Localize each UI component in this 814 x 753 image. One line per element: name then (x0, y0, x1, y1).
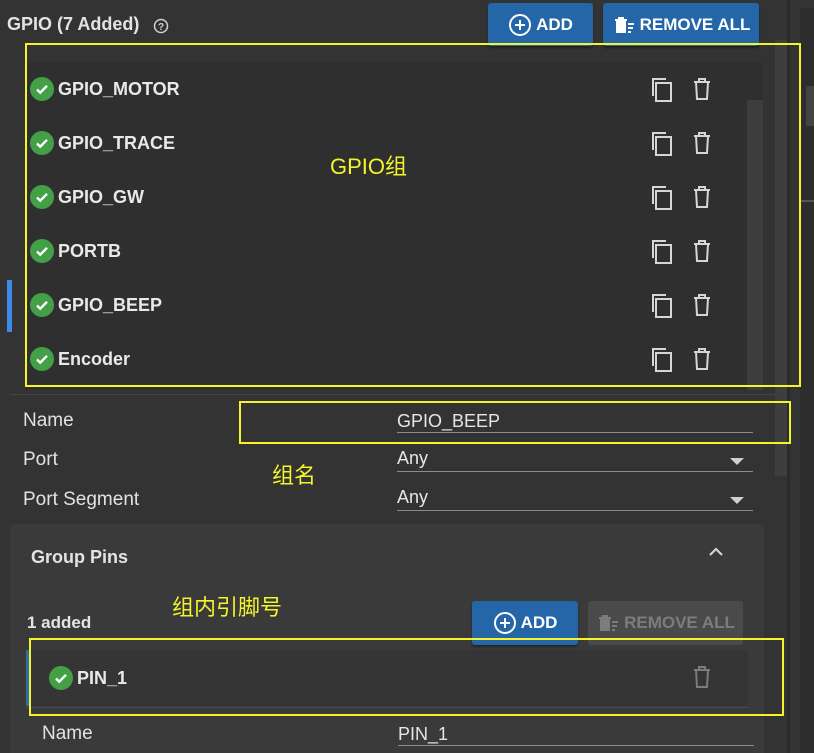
annotation-box-gpio-group (25, 43, 801, 387)
annotation-box-pins (29, 638, 784, 716)
remove-all-pins-label: REMOVE ALL (624, 613, 735, 632)
pin-name-label: Name (42, 723, 93, 744)
port-segment-underline (397, 510, 753, 511)
selection-indicator (7, 280, 12, 332)
add-circle-icon (508, 13, 532, 37)
port-segment-select[interactable]: Any (397, 487, 428, 508)
remove-all-gpio-label: REMOVE ALL (639, 14, 751, 34)
form-divider (10, 394, 775, 395)
svg-text:?: ? (158, 22, 164, 33)
annotation-group-name: 组名 (272, 463, 317, 488)
page-title: GPIO (7 Added) (7, 14, 140, 34)
dropdown-arrow-icon[interactable] (729, 453, 745, 471)
add-gpio-label: ADD (536, 14, 573, 34)
right-panel-line (800, 200, 814, 202)
delete-sweep-icon (596, 611, 620, 635)
chevron-up-icon[interactable] (706, 544, 726, 565)
pin-name-field[interactable]: PIN_1 (398, 724, 448, 745)
port-select-underline (397, 471, 753, 472)
help-circle-icon[interactable]: ? (153, 18, 169, 39)
pin-name-underline (398, 745, 754, 746)
annotation-pins: 组内引脚号 (172, 595, 283, 620)
port-segment-label: Port Segment (23, 489, 140, 510)
delete-sweep-icon (612, 13, 636, 37)
port-label: Port (23, 449, 58, 470)
add-circle-icon (493, 611, 517, 635)
add-pin-label: ADD (520, 613, 558, 632)
name-label: Name (23, 410, 74, 431)
annotation-box-group-name (239, 401, 791, 444)
pin-count: 1 added (27, 613, 92, 632)
add-gpio-button[interactable]: ADD (488, 3, 593, 46)
port-select[interactable]: Any (397, 448, 428, 469)
annotation-gpio-group: GPIO组 (330, 154, 408, 179)
remove-all-gpio-button[interactable]: REMOVE ALL (603, 3, 759, 46)
right-panel-handle[interactable] (806, 86, 814, 126)
group-pins-title: Group Pins (31, 547, 129, 567)
dropdown-arrow-icon[interactable] (729, 492, 745, 510)
